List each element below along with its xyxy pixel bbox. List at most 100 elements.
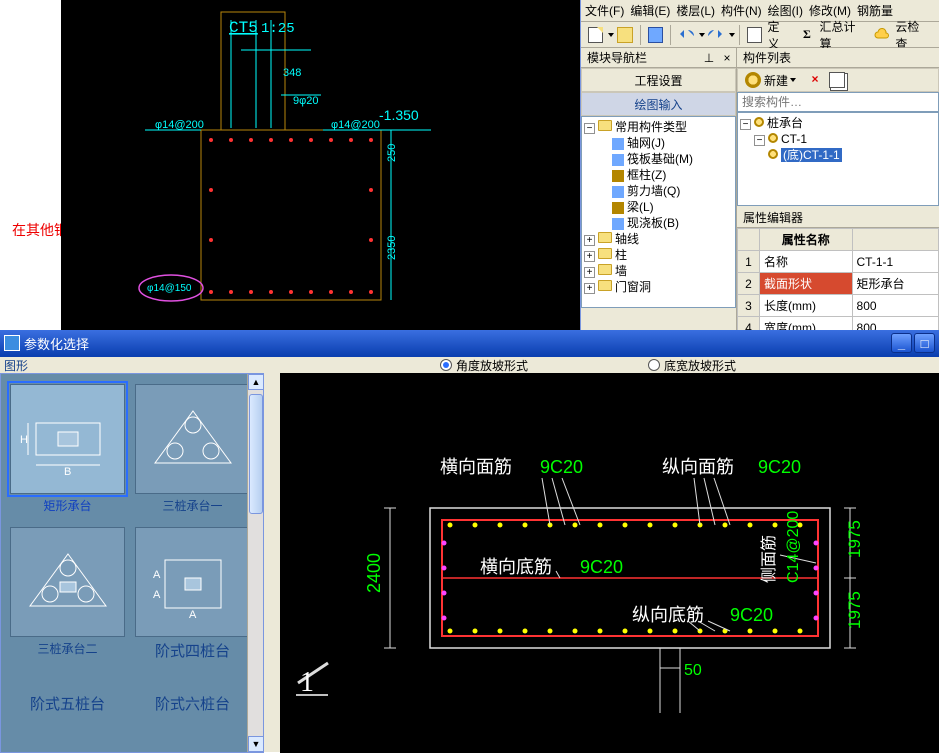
menu-modify[interactable]: 修改(M) <box>809 2 851 19</box>
svg-text:9φ20: 9φ20 <box>293 95 319 107</box>
svg-text:9C20: 9C20 <box>730 605 773 625</box>
new-dd[interactable] <box>790 78 796 82</box>
radio-angle[interactable]: 角度放坡形式 <box>440 357 528 374</box>
svg-text:1975: 1975 <box>845 591 864 629</box>
shape-card-rect[interactable]: BH 矩形承台 <box>9 384 126 519</box>
svg-text:348: 348 <box>283 67 301 79</box>
tree-item[interactable]: 门窗洞 <box>615 280 651 294</box>
svg-text:A: A <box>153 569 161 581</box>
svg-text:1975: 1975 <box>845 520 864 558</box>
nav-tree[interactable]: −常用构件类型 轴网(J) 筏板基础(M) 框柱(Z) 剪力墙(Q) 梁(L) … <box>581 116 736 308</box>
doc-icon <box>747 27 762 43</box>
cloud-icon <box>874 27 890 43</box>
tree-item[interactable]: 柱 <box>615 248 627 262</box>
prop-col-val <box>852 229 938 251</box>
nav-panel-title: 模块导航栏 ⊥ × <box>581 48 736 68</box>
open-icon[interactable] <box>617 27 632 43</box>
save-icon[interactable] <box>648 27 663 43</box>
cloud-button[interactable]: 云检查 <box>871 18 929 52</box>
main-toolbar: 定义 Σ汇总计算 云检查 <box>581 22 939 48</box>
menu-floor[interactable]: 楼层(L) <box>676 2 715 19</box>
undo-icon[interactable] <box>678 27 694 43</box>
dialog-title: 参数化选择 <box>24 334 89 353</box>
cmp-tree-root[interactable]: 桩承台 <box>767 116 803 130</box>
scroll-thumb[interactable] <box>249 394 263 514</box>
tree-item[interactable]: 现浇板(B) <box>627 216 679 230</box>
maximize-button[interactable]: □ <box>914 333 935 353</box>
tree-item[interactable]: 筏板基础(M) <box>627 152 693 166</box>
cad-viewport: 在其他钢筋输入 <box>0 0 580 330</box>
menu-rebar[interactable]: 钢筋量 <box>857 2 893 19</box>
preview-viewport: 横向面筋 9C20 纵向面筋 9C20 横向底筋 9C20 纵向底筋 9C20 … <box>280 373 939 753</box>
prop-val[interactable]: 矩形承台 <box>852 273 938 295</box>
menu-member[interactable]: 构件(N) <box>721 2 762 19</box>
shape-card-step5[interactable]: 阶式五桩台 <box>9 670 126 753</box>
svg-text:φ14@200: φ14@200 <box>155 119 204 131</box>
prop-panel-title: 属性编辑器 <box>737 208 939 228</box>
svg-text:2400: 2400 <box>364 553 384 593</box>
close-icon[interactable]: × <box>720 51 734 65</box>
radio-bottom[interactable]: 底宽放坡形式 <box>648 357 736 374</box>
search-input[interactable] <box>737 92 939 112</box>
radio-row: 角度放坡形式 底宽放坡形式 <box>280 357 939 373</box>
svg-text:CT5: CT5 <box>229 19 258 37</box>
svg-text:-1.350: -1.350 <box>379 107 419 123</box>
undo-dd[interactable] <box>699 33 705 37</box>
dialog-titlebar[interactable]: 参数化选择 _ □ <box>0 330 939 356</box>
redo-icon[interactable] <box>708 27 724 43</box>
menu-edit[interactable]: 编辑(E) <box>630 2 670 19</box>
gear-plus-icon[interactable] <box>745 72 761 88</box>
new-button[interactable]: 新建 <box>764 72 788 89</box>
svg-text:横向面筋: 横向面筋 <box>440 457 512 477</box>
property-grid[interactable]: 属性名称 1名称CT-1-1 2截面形状矩形承台 3长度(mm)800 4宽度(… <box>737 228 939 339</box>
sum-button[interactable]: Σ汇总计算 <box>796 18 865 52</box>
svg-text:50: 50 <box>684 662 702 679</box>
svg-text:C14@200: C14@200 <box>785 511 802 583</box>
svg-text:φ14@200: φ14@200 <box>331 119 380 131</box>
cmp-tree[interactable]: −桩承台 −CT-1 (底)CT-1-1 <box>737 112 939 206</box>
tree-item[interactable]: 轴网(J) <box>627 136 665 150</box>
nav-row-settings[interactable]: 工程设置 <box>581 68 736 92</box>
tree-item[interactable]: 墙 <box>615 264 627 278</box>
preview-drawing: 横向面筋 9C20 纵向面筋 9C20 横向底筋 9C20 纵向底筋 9C20 … <box>280 373 939 753</box>
shape-card-tri2[interactable]: 三桩承台二 <box>9 527 126 662</box>
new-icon[interactable] <box>588 27 603 43</box>
cmp-toolbar: 新建 × <box>737 68 939 92</box>
svg-text:1:25: 1:25 <box>261 21 295 37</box>
svg-text:纵向面筋: 纵向面筋 <box>662 457 734 477</box>
shape-label: 图形 <box>4 357 28 374</box>
copy-icon[interactable] <box>829 72 845 88</box>
prop-name: 名称 <box>760 251 853 273</box>
pin-icon[interactable]: ⊥ <box>702 51 716 65</box>
shape-scrollbar[interactable]: ▲ ▼ <box>247 374 263 752</box>
nav-row-draw[interactable]: 绘图输入 <box>581 92 736 116</box>
svg-text:横向底筋: 横向底筋 <box>480 557 552 577</box>
shape-card-step4[interactable]: AAA 阶式四桩台 <box>134 527 251 662</box>
scroll-up[interactable]: ▲ <box>248 374 264 390</box>
menu-file[interactable]: 文件(F) <box>585 2 624 19</box>
cmp-panel-title: 构件列表 <box>737 48 939 68</box>
define-button[interactable]: 定义 <box>744 18 790 52</box>
redo-dd[interactable] <box>729 33 735 37</box>
tree-item[interactable]: 轴线 <box>615 232 639 246</box>
svg-text:1: 1 <box>300 667 314 698</box>
tree-item[interactable]: 梁(L) <box>627 200 654 214</box>
menu-draw[interactable]: 绘图(I) <box>768 2 803 19</box>
svg-text:A: A <box>189 609 197 621</box>
delete-icon[interactable]: × <box>807 72 823 88</box>
prop-val[interactable]: CT-1-1 <box>852 251 938 273</box>
tree-item[interactable]: 框柱(Z) <box>627 168 666 182</box>
svg-text:9C20: 9C20 <box>758 457 801 477</box>
scroll-down[interactable]: ▼ <box>248 736 264 752</box>
cmp-tree-item[interactable]: CT-1 <box>781 132 807 146</box>
svg-text:A: A <box>153 589 161 601</box>
shape-card-tri1[interactable]: 三桩承台一 <box>134 384 251 519</box>
new-dd[interactable] <box>608 33 614 37</box>
tree-item[interactable]: 剪力墙(Q) <box>627 184 680 198</box>
shape-card-step6[interactable]: 阶式六桩台 <box>134 670 251 753</box>
sigma-icon: Σ <box>799 27 814 43</box>
prop-val[interactable]: 800 <box>852 295 938 317</box>
tree-root[interactable]: 常用构件类型 <box>615 120 687 134</box>
minimize-button[interactable]: _ <box>891 333 912 353</box>
cmp-tree-item-selected[interactable]: (底)CT-1-1 <box>781 148 842 162</box>
